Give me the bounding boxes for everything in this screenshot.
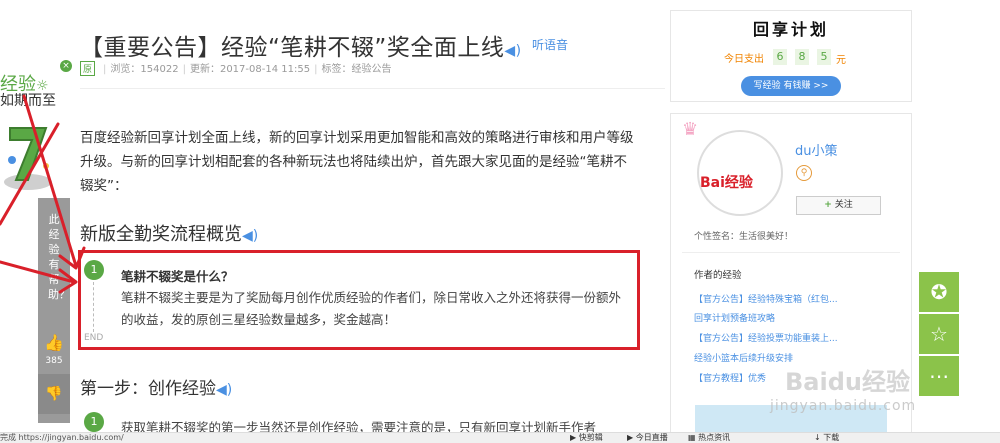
payout-digit: 5 (817, 49, 831, 65)
author-experience-link[interactable]: 【官方公告】经验投票功能重装上... (694, 331, 838, 344)
author-experience-link[interactable]: 【官方公告】经验特殊宝箱（红包... (694, 292, 838, 305)
page-title: 【重要公告】经验“笔耕不辍”奖全面上线◀) (80, 35, 522, 61)
write-experience-button[interactable]: 写经验 有钱赚 >> (741, 76, 841, 96)
article-meta: 原 | 浏览：154022 | 更新：2017-08-14 11:55 | 标签：经验公告 (80, 60, 391, 76)
author-name[interactable]: du小策 (795, 140, 838, 159)
speaker-icon[interactable]: ◀) (216, 382, 232, 398)
level-badge-icon: ⚲ (796, 165, 812, 181)
thumb-down-icon[interactable]: 👎 (45, 386, 62, 402)
section-title: 第一步：创作经验◀) (80, 379, 233, 399)
avatar-logo: Bai经验 (700, 175, 753, 191)
author-experience-link[interactable]: 回享计划预备班攻略 (694, 311, 775, 324)
speaker-icon[interactable]: ◀) (242, 228, 258, 244)
seven-badge-graphic (4, 127, 52, 190)
speaker-icon[interactable]: ◀) (504, 43, 521, 59)
more-icon[interactable]: ⋯ (919, 356, 959, 396)
helpful-question: 此经验有帮助？ (48, 213, 70, 301)
intro-paragraph: 百度经验新回享计划全面上线，新的回享计划采用更加智能和高效的策略进行审核和用户等… (80, 130, 634, 194)
author-experience-heading: 作者的经验 (694, 270, 742, 281)
plus-icon: + (824, 200, 832, 210)
step-number: 1 (84, 412, 104, 432)
status-bar (0, 432, 1000, 443)
payout-label: 今日支出 (724, 54, 764, 65)
follow-button[interactable]: + 关注 (796, 196, 881, 215)
highlight-box (78, 250, 640, 350)
status-text: 完成 https://jingyan.baidu.com/ (0, 433, 124, 442)
watermark: Baidu经验 (785, 368, 910, 396)
crown-icon: ♛ (682, 119, 699, 140)
close-icon[interactable]: × (60, 60, 72, 72)
original-tag: 原 (80, 61, 96, 76)
listen-link[interactable]: 听语音 (532, 36, 568, 53)
status-live-button[interactable]: ▶ 今日直播 (627, 432, 668, 443)
author-experience-link[interactable]: 经验小篮本后续升级安排 (694, 351, 793, 364)
author-signature: 个性签名：生活很美好！ (694, 232, 794, 242)
award-icon[interactable]: ✪ (919, 272, 959, 312)
status-clip-button[interactable]: ▶ 快剪辑 (570, 432, 603, 443)
divider (80, 88, 665, 89)
thumb-up-icon[interactable]: 👍 (44, 333, 64, 352)
star-icon[interactable]: ☆ (919, 314, 959, 354)
experience-subtitle: 如期而至 (0, 93, 56, 109)
payout-unit: 元 (836, 55, 846, 66)
view-count: 浏览：154022 (110, 64, 179, 75)
article-tags[interactable]: 标签：经验公告 (321, 64, 391, 75)
payout-digit: 8 (795, 49, 809, 65)
update-time: 更新：2017-08-14 11:55 (189, 64, 311, 75)
payout-digit: 6 (773, 49, 787, 65)
status-download-button[interactable]: ↓ 下载 (814, 432, 839, 443)
author-experience-link[interactable]: 【官方教程】优秀 (694, 371, 766, 384)
status-news-button[interactable]: ▦ 热点资讯 (688, 432, 730, 443)
plan-title: 回享计划 (752, 20, 829, 39)
watermark-url: jingyan.baidu.com (770, 398, 917, 414)
divider (682, 252, 900, 253)
section-title: 新版全勤奖流程概览◀) (80, 224, 259, 245)
like-count: 385 (45, 356, 63, 366)
